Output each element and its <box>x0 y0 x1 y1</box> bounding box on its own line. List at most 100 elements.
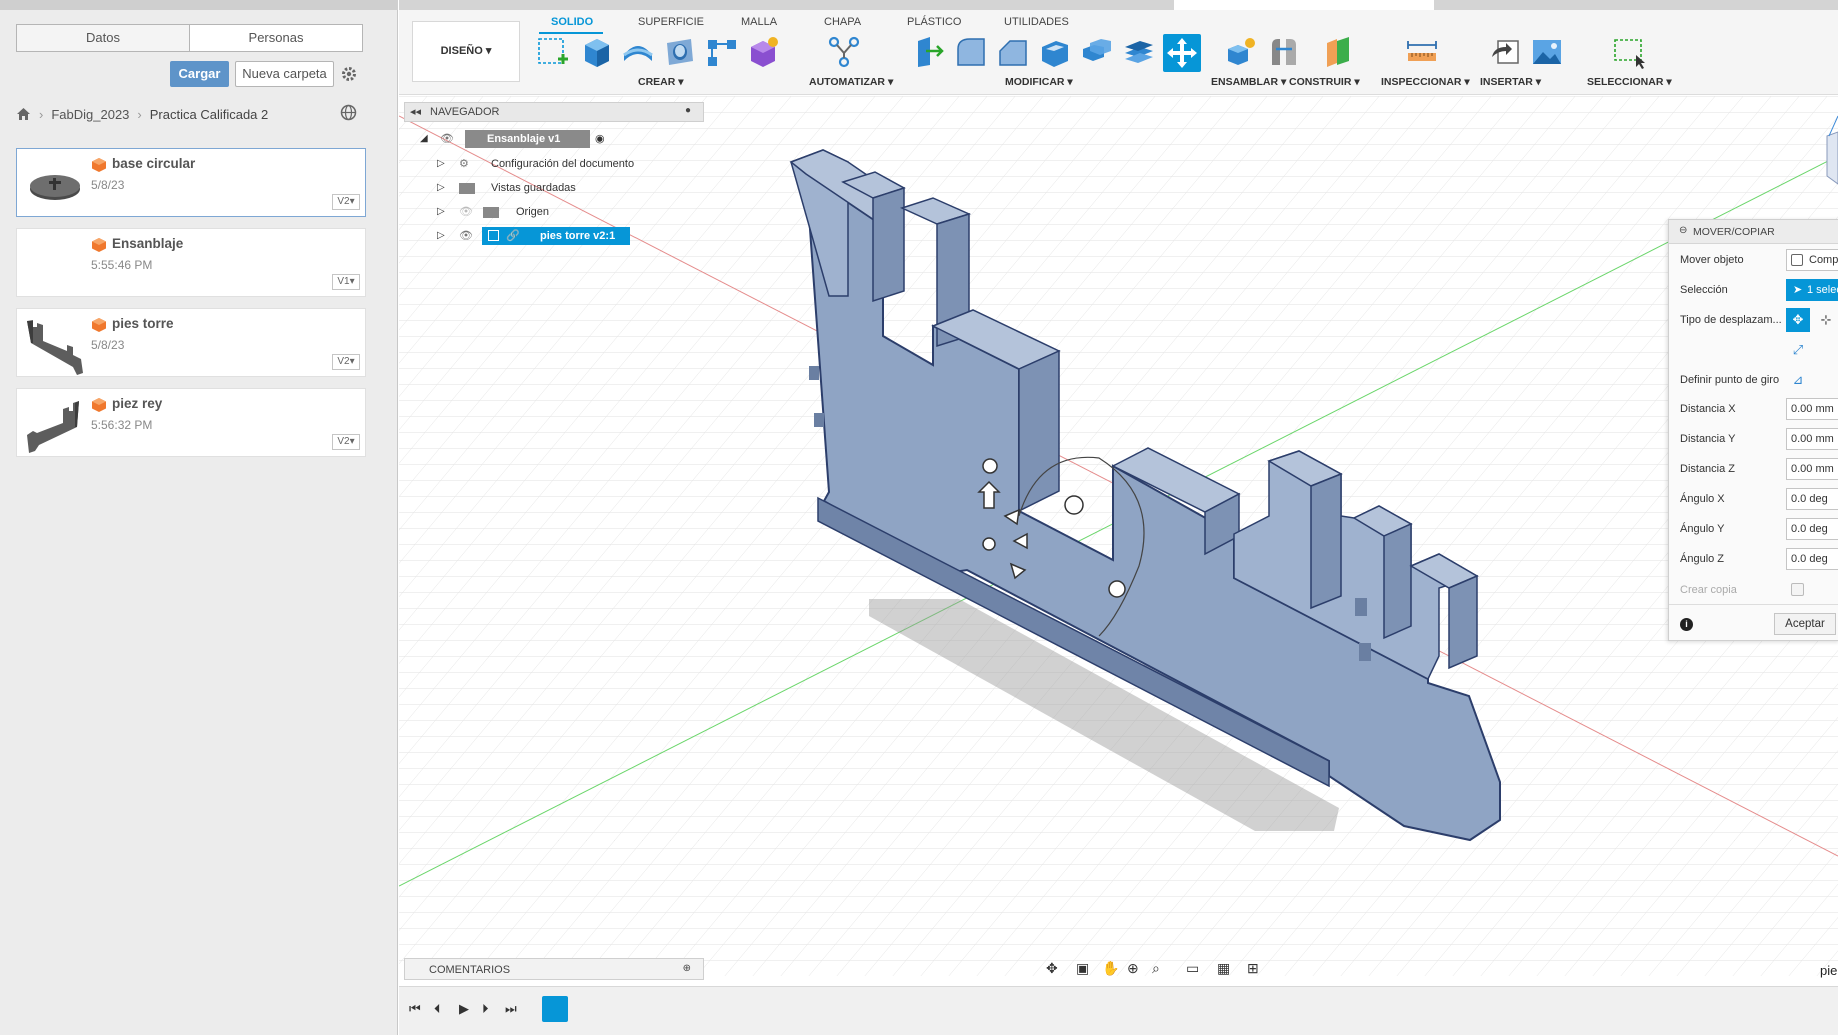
collapse-triangle-icon[interactable]: ◢ <box>420 130 428 148</box>
display-settings-icon[interactable]: ▭ <box>1186 960 1199 977</box>
create-sketch-icon[interactable] <box>536 35 570 69</box>
revolve-icon[interactable] <box>621 35 655 69</box>
eye-icon[interactable]: 👁 <box>440 130 454 148</box>
form-icon[interactable] <box>747 35 781 69</box>
minimize-icon[interactable]: ● <box>685 105 691 116</box>
mover-objeto-select[interactable]: Compo <box>1786 249 1838 271</box>
aceptar-button[interactable]: Aceptar <box>1774 613 1836 635</box>
chamfer-icon[interactable] <box>996 35 1030 69</box>
grid-settings-icon[interactable]: ▦ <box>1217 960 1230 977</box>
version-badge[interactable]: V1▾ <box>332 274 360 290</box>
insertar-menu[interactable]: INSERTAR ▾ <box>1480 76 1541 88</box>
file-card-base-circular[interactable]: base circular 5/8/23 V2▾ <box>16 148 366 217</box>
tab-solido[interactable]: SOLIDO <box>551 16 593 28</box>
distancia-y-input[interactable]: 0.00 mm <box>1786 428 1838 450</box>
viewports-icon[interactable]: ⊞ <box>1247 960 1259 977</box>
insert-image-icon[interactable] <box>1530 35 1564 69</box>
timeline-feature-icon[interactable] <box>542 996 568 1022</box>
crear-menu[interactable]: CREAR ▾ <box>638 76 684 88</box>
go-to-start-icon[interactable]: ⏮ <box>409 1001 421 1017</box>
version-badge[interactable]: V2▾ <box>332 194 360 210</box>
move-copy-icon[interactable] <box>1163 34 1201 72</box>
tab-chapa[interactable]: CHAPA <box>824 16 861 28</box>
collapse-left-icon[interactable]: ◂◂ <box>410 105 421 118</box>
collapse-icon[interactable]: ⊖ <box>1679 225 1687 236</box>
tab-datos[interactable]: Datos <box>16 24 190 52</box>
press-pull-icon[interactable] <box>912 35 946 69</box>
home-icon[interactable] <box>16 107 31 121</box>
play-icon[interactable]: ▶ <box>459 1001 469 1017</box>
crear-copia-checkbox[interactable] <box>1791 583 1804 596</box>
pivot-icon[interactable]: ⊿ <box>1786 368 1810 392</box>
pivot-handle[interactable] <box>982 537 996 551</box>
shell-icon[interactable] <box>1038 35 1072 69</box>
free-move-icon[interactable]: ✥ <box>1786 308 1810 332</box>
modificar-menu[interactable]: MODIFICAR ▾ <box>1005 76 1073 88</box>
file-card-pies-torre[interactable]: pies torre 5/8/23 V2▾ <box>16 308 366 377</box>
root-label[interactable]: Ensanblaje v1 <box>465 130 590 148</box>
workspace-dropdown[interactable]: DISEÑO ▾ <box>412 21 520 82</box>
comments-panel[interactable]: COMENTARIOS ⊕ <box>404 958 704 980</box>
rotate-handle[interactable] <box>982 458 998 474</box>
tab-superficie[interactable]: SUPERFICIE <box>638 16 704 28</box>
expand-triangle-icon[interactable]: ▷ <box>437 203 445 221</box>
version-badge[interactable]: V2▾ <box>332 354 360 370</box>
record-icon[interactable]: ◉ <box>595 130 605 148</box>
pan-icon[interactable]: ✋ <box>1102 960 1119 977</box>
eye-hidden-icon[interactable]: 👁 <box>459 203 473 221</box>
nueva-carpeta-button[interactable]: Nueva carpeta <box>235 61 334 87</box>
tab-utilidades[interactable]: UTILIDADES <box>1004 16 1069 28</box>
browser-panel[interactable]: ◂◂ NAVEGADOR ● <box>404 102 704 122</box>
info-icon[interactable]: i <box>1680 618 1693 631</box>
move-copy-dialog[interactable]: ⊖ MOVER/COPIAR Mover objeto Compo Selecc… <box>1668 219 1838 641</box>
ensamblar-menu[interactable]: ENSAMBLAR ▾ <box>1211 76 1286 88</box>
combine-icon[interactable] <box>1080 35 1114 69</box>
step-forward-icon[interactable]: ⏵ <box>482 1001 489 1017</box>
fit-icon[interactable]: ⌕ <box>1152 960 1160 977</box>
new-component-icon[interactable] <box>1224 35 1258 69</box>
offset-plane-icon[interactable] <box>1321 35 1355 69</box>
step-back-icon[interactable]: ⏴ <box>434 1001 441 1017</box>
distancia-x-input[interactable]: 0.00 mm <box>1786 398 1838 420</box>
tree-item-configuracion[interactable]: ▷ ⚙ Configuración del documento <box>437 155 657 173</box>
orbit-icon[interactable]: ✥ <box>1046 960 1058 977</box>
cargar-button[interactable]: Cargar <box>170 61 229 87</box>
automate-icon[interactable] <box>827 35 861 69</box>
seleccion-field[interactable]: ➤1 selec <box>1786 279 1838 301</box>
angulo-z-input[interactable]: 0.0 deg <box>1786 548 1838 570</box>
dialog-header[interactable]: ⊖ MOVER/COPIAR <box>1669 220 1838 244</box>
expand-triangle-icon[interactable]: ▷ <box>437 155 445 173</box>
rotate-handle[interactable] <box>1064 495 1084 515</box>
automatizar-menu[interactable]: AUTOMATIZAR ▾ <box>809 76 893 88</box>
angulo-x-input[interactable]: 0.0 deg <box>1786 488 1838 510</box>
distancia-z-input[interactable]: 0.00 mm <box>1786 458 1838 480</box>
pattern-icon[interactable] <box>705 35 739 69</box>
measure-icon[interactable] <box>1405 35 1439 69</box>
fillet-icon[interactable] <box>954 35 988 69</box>
select-window-icon[interactable] <box>1612 35 1646 69</box>
offset-face-icon[interactable] <box>1122 35 1156 69</box>
breadcrumb-item[interactable]: FabDig_2023 <box>51 107 129 122</box>
gear-icon[interactable] <box>340 65 358 83</box>
point-to-point-icon[interactable]: ⤢ <box>1786 338 1810 362</box>
tab-personas[interactable]: Personas <box>189 24 363 52</box>
file-card-ensanblaje[interactable]: Ensanblaje 5:55:46 PM V1▾ <box>16 228 366 297</box>
tree-item-pies-torre[interactable]: ▷ 👁 🔗 pies torre v2:1 <box>437 227 657 245</box>
tree-item-origen[interactable]: ▷ 👁 Origen <box>437 203 657 221</box>
insert-derive-icon[interactable] <box>1488 35 1522 69</box>
extrude-icon[interactable] <box>579 35 613 69</box>
selected-row[interactable]: 🔗 pies torre v2:1 <box>482 227 630 245</box>
active-document-tab[interactable] <box>1174 0 1434 10</box>
translate-icon[interactable]: ⊹ <box>1814 308 1838 332</box>
tree-root[interactable]: ◢ 👁 Ensanblaje v1 ◉ <box>420 130 610 148</box>
tree-item-vistas[interactable]: ▷ Vistas guardadas <box>437 179 657 197</box>
go-to-end-icon[interactable]: ⏭ <box>505 1001 517 1017</box>
expand-triangle-icon[interactable]: ▷ <box>437 179 445 197</box>
tab-plastico[interactable]: PLÁSTICO <box>907 16 961 28</box>
zoom-icon[interactable]: ⊕ <box>1127 960 1139 977</box>
inspeccionar-menu[interactable]: INSPECCIONAR ▾ <box>1381 76 1470 88</box>
construir-menu[interactable]: CONSTRUIR ▾ <box>1289 76 1360 88</box>
tab-malla[interactable]: MALLA <box>741 16 777 28</box>
joint-icon[interactable] <box>1266 35 1300 69</box>
expand-triangle-icon[interactable]: ▷ <box>437 227 445 245</box>
